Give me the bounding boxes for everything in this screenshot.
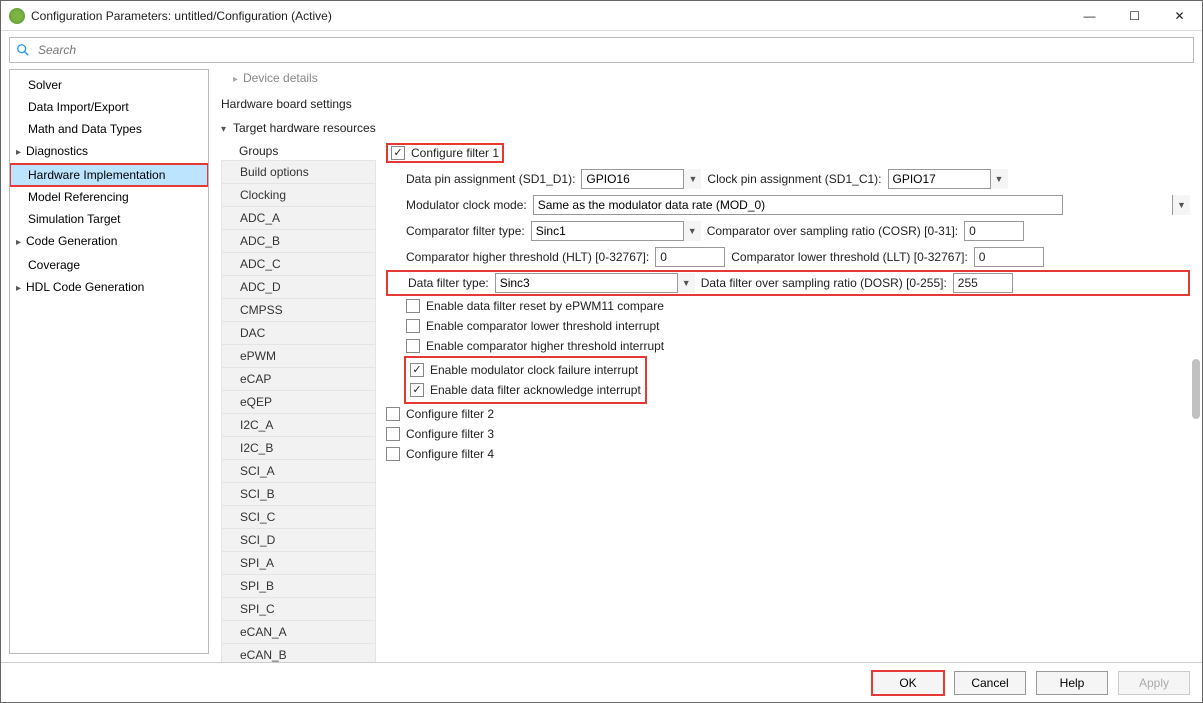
enable-reset-label: Enable data filter reset by ePWM11 compa… bbox=[426, 299, 664, 313]
group-item-cmpss[interactable]: CMPSS bbox=[221, 298, 376, 322]
llt-label: Comparator lower threshold (LLT) [0-3276… bbox=[731, 250, 968, 264]
dosr-input[interactable] bbox=[953, 273, 1013, 293]
chevron-down-icon: ▼ bbox=[683, 169, 701, 189]
minimize-button[interactable]: — bbox=[1067, 1, 1112, 31]
hardware-board-settings-title: Hardware board settings bbox=[221, 87, 1190, 117]
clock-pin-select[interactable]: GPIO17▼ bbox=[888, 169, 1008, 189]
nav-item-coverage[interactable]: Coverage bbox=[10, 254, 208, 276]
group-item-i2c-b[interactable]: I2C_B bbox=[221, 436, 376, 460]
titlebar: Configuration Parameters: untitled/Confi… bbox=[1, 1, 1202, 31]
chevron-down-icon: ▼ bbox=[1172, 195, 1190, 215]
group-item-sci-c[interactable]: SCI_C bbox=[221, 505, 376, 529]
nav-item-simulation-target[interactable]: Simulation Target bbox=[10, 208, 208, 230]
close-button[interactable]: ✕ bbox=[1157, 1, 1202, 31]
nav-sidebar: SolverData Import/ExportMath and Data Ty… bbox=[9, 69, 209, 654]
configure-filter-1-checkbox[interactable] bbox=[391, 146, 405, 160]
nav-item-math-and-data-types[interactable]: Math and Data Types bbox=[10, 118, 208, 140]
search-icon bbox=[16, 43, 30, 57]
mod-mode-select[interactable]: Same as the modulator data rate (MOD_0)▼ bbox=[533, 195, 1190, 215]
group-item-sci-b[interactable]: SCI_B bbox=[221, 482, 376, 506]
group-item-eqep[interactable]: eQEP bbox=[221, 390, 376, 414]
group-item-epwm[interactable]: ePWM bbox=[221, 344, 376, 368]
llt-input[interactable] bbox=[974, 247, 1044, 267]
enable-mod-fail-label: Enable modulator clock failure interrupt bbox=[430, 363, 638, 377]
nav-item-data-import-export[interactable]: Data Import/Export bbox=[10, 96, 208, 118]
group-item-clocking[interactable]: Clocking bbox=[221, 183, 376, 207]
data-filter-type-select[interactable]: Sinc3▼ bbox=[495, 273, 695, 293]
nav-item-model-referencing[interactable]: Model Referencing bbox=[10, 186, 208, 208]
chevron-down-icon: ▼ bbox=[683, 221, 701, 241]
nav-item-code-generation[interactable]: Code Generation bbox=[10, 230, 208, 254]
nav-item-hardware-implementation[interactable]: Hardware Implementation bbox=[10, 164, 208, 186]
comp-filter-label: Comparator filter type: bbox=[406, 224, 525, 238]
group-item-ecan-a[interactable]: eCAN_A bbox=[221, 620, 376, 644]
app-icon bbox=[9, 8, 25, 24]
group-item-ecap[interactable]: eCAP bbox=[221, 367, 376, 391]
data-filter-type-label: Data filter type: bbox=[408, 276, 489, 290]
mod-mode-label: Modulator clock mode: bbox=[406, 198, 527, 212]
group-item-i2c-a[interactable]: I2C_A bbox=[221, 413, 376, 437]
apply-button[interactable]: Apply bbox=[1118, 671, 1190, 695]
configure-filter-1-label: Configure filter 1 bbox=[411, 146, 499, 160]
group-item-sci-d[interactable]: SCI_D bbox=[221, 528, 376, 552]
maximize-button[interactable]: ☐ bbox=[1112, 1, 1157, 31]
group-item-spi-c[interactable]: SPI_C bbox=[221, 597, 376, 621]
enable-high-int-checkbox[interactable] bbox=[406, 339, 420, 353]
configure-filter-4-checkbox[interactable] bbox=[386, 447, 400, 461]
group-item-adc-c[interactable]: ADC_C bbox=[221, 252, 376, 276]
configure-filter-3-label: Configure filter 3 bbox=[406, 427, 494, 441]
enable-reset-checkbox[interactable] bbox=[406, 299, 420, 313]
enable-low-int-label: Enable comparator lower threshold interr… bbox=[426, 319, 659, 333]
dosr-label: Data filter over sampling ratio (DOSR) [… bbox=[701, 276, 947, 290]
group-item-build-options[interactable]: Build options bbox=[221, 160, 376, 184]
form-column: Configure filter 1 Data pin assignment (… bbox=[376, 140, 1190, 662]
group-item-sci-a[interactable]: SCI_A bbox=[221, 459, 376, 483]
config-parameters-window: Configuration Parameters: untitled/Confi… bbox=[0, 0, 1203, 703]
data-pin-select[interactable]: GPIO16▼ bbox=[581, 169, 701, 189]
cosr-input[interactable] bbox=[964, 221, 1024, 241]
scrollbar-thumb[interactable] bbox=[1192, 359, 1200, 419]
search-bar[interactable] bbox=[9, 37, 1194, 63]
main-panel: Device details Hardware board settings T… bbox=[209, 69, 1202, 662]
nav-item-hdl-code-generation[interactable]: HDL Code Generation bbox=[10, 276, 208, 300]
chevron-down-icon: ▼ bbox=[990, 169, 1008, 189]
group-item-spi-a[interactable]: SPI_A bbox=[221, 551, 376, 575]
cancel-button[interactable]: Cancel bbox=[954, 671, 1026, 695]
enable-ack-int-checkbox[interactable] bbox=[410, 383, 424, 397]
clock-pin-label: Clock pin assignment (SD1_C1): bbox=[707, 172, 881, 186]
groups-column: Groups Build optionsClockingADC_AADC_BAD… bbox=[221, 140, 376, 662]
comp-filter-select[interactable]: Sinc1▼ bbox=[531, 221, 701, 241]
nav-item-solver[interactable]: Solver bbox=[10, 74, 208, 96]
chevron-down-icon: ▼ bbox=[677, 273, 695, 293]
ok-button[interactable]: OK bbox=[872, 671, 944, 695]
device-details-collapsed[interactable]: Device details bbox=[221, 69, 1190, 87]
group-item-adc-d[interactable]: ADC_D bbox=[221, 275, 376, 299]
footer: OK Cancel Help Apply bbox=[1, 662, 1202, 702]
hlt-label: Comparator higher threshold (HLT) [0-327… bbox=[406, 250, 649, 264]
help-button[interactable]: Help bbox=[1036, 671, 1108, 695]
search-input[interactable] bbox=[36, 42, 1187, 58]
enable-high-int-label: Enable comparator higher threshold inter… bbox=[426, 339, 664, 353]
target-hardware-resources-expander[interactable]: Target hardware resources bbox=[221, 117, 1190, 139]
groups-title: Groups bbox=[221, 140, 376, 160]
group-item-adc-b[interactable]: ADC_B bbox=[221, 229, 376, 253]
data-pin-label: Data pin assignment (SD1_D1): bbox=[406, 172, 575, 186]
group-item-spi-b[interactable]: SPI_B bbox=[221, 574, 376, 598]
cosr-label: Comparator over sampling ratio (COSR) [0… bbox=[707, 224, 958, 238]
enable-low-int-checkbox[interactable] bbox=[406, 319, 420, 333]
configure-filter-2-label: Configure filter 2 bbox=[406, 407, 494, 421]
enable-mod-fail-checkbox[interactable] bbox=[410, 363, 424, 377]
nav-item-diagnostics[interactable]: Diagnostics bbox=[10, 140, 208, 164]
group-item-adc-a[interactable]: ADC_A bbox=[221, 206, 376, 230]
configure-filter-3-checkbox[interactable] bbox=[386, 427, 400, 441]
configure-filter-4-label: Configure filter 4 bbox=[406, 447, 494, 461]
group-item-ecan-b[interactable]: eCAN_B bbox=[221, 643, 376, 662]
enable-ack-int-label: Enable data filter acknowledge interrupt bbox=[430, 383, 641, 397]
group-item-dac[interactable]: DAC bbox=[221, 321, 376, 345]
window-title: Configuration Parameters: untitled/Confi… bbox=[31, 9, 1067, 23]
hlt-input[interactable] bbox=[655, 247, 725, 267]
configure-filter-2-checkbox[interactable] bbox=[386, 407, 400, 421]
